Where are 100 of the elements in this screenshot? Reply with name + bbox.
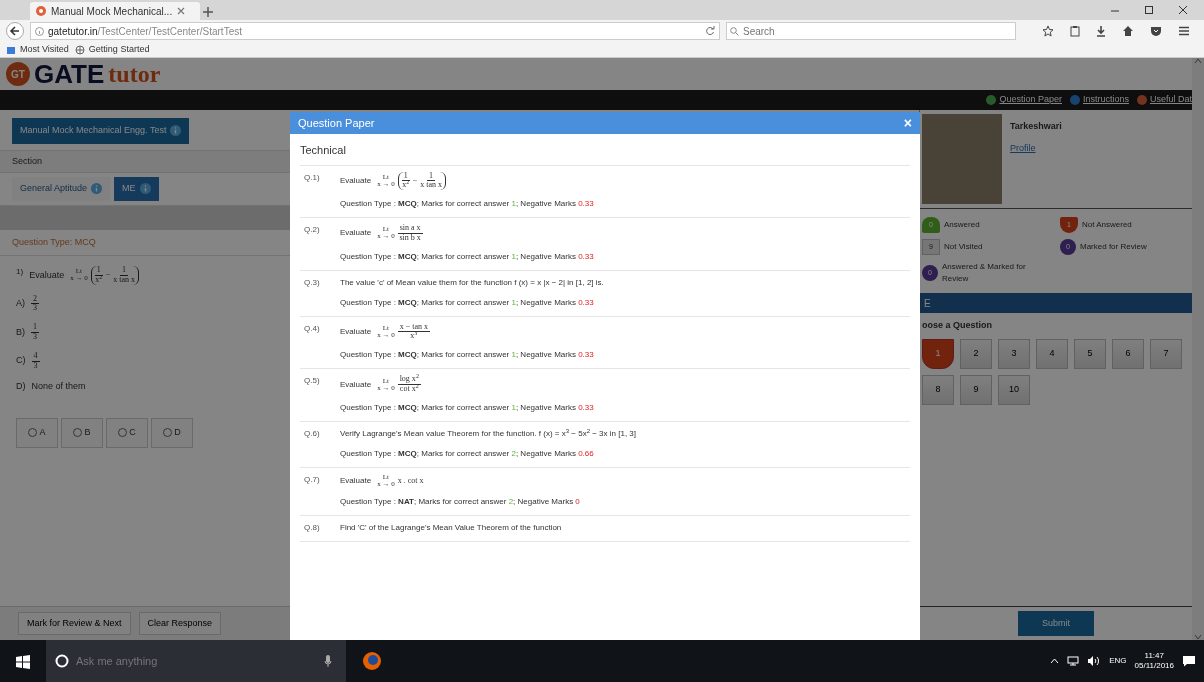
math-formula: 1 3 <box>31 323 39 342</box>
language-indicator[interactable]: ENG <box>1109 655 1127 667</box>
legend-label: Not Answered <box>1082 219 1132 231</box>
math-formula: 2 3 <box>31 294 39 314</box>
windows-icon[interactable] <box>16 654 30 669</box>
question-number: 1) <box>16 266 24 278</box>
circle-icon <box>55 654 69 668</box>
action-button[interactable]: Clear Response <box>138 611 222 636</box>
answer-radio[interactable]: B <box>61 417 103 448</box>
bookmark-link[interactable]: Getting Started <box>74 42 150 57</box>
question-info: Question Type : MCQ; Marks for correct answer 1; Negative Marks 0.33 <box>340 296 595 309</box>
question-number: Q.3) <box>304 276 321 289</box>
question-info: Question Type : MCQ; Marks for correct answer 1; Negative Marks 0.33 <box>340 198 594 211</box>
question-number: Q.6) <box>304 427 321 440</box>
question-number-button[interactable]: 10 <box>998 374 1030 405</box>
legend-label: Answered & Marked for Review <box>942 261 1027 285</box>
question-number-button[interactable]: 3 <box>998 338 1030 369</box>
clipboard-icon[interactable] <box>1070 25 1080 37</box>
question-number: Q.7) <box>304 473 321 486</box>
link-icon <box>1069 95 1080 105</box>
legend-label: Not Visited <box>944 241 983 253</box>
header-link[interactable]: Instructions <box>1069 93 1129 107</box>
question-number-button[interactable]: 8 <box>922 374 954 405</box>
question-info: Question Type : NAT; Marks for correct answer 2; Negative Marks 0 <box>340 495 580 508</box>
menu-icon[interactable] <box>1178 25 1190 37</box>
speaker-icon[interactable] <box>1087 656 1102 666</box>
close-button[interactable]: × <box>901 116 914 130</box>
question-text: Evaluate <box>340 174 372 187</box>
option-label: B) <box>16 325 25 339</box>
math-formula: 4 3 <box>31 351 40 371</box>
home-icon[interactable] <box>1122 25 1134 37</box>
globe-icon <box>74 44 85 55</box>
palette-label: oose a Question <box>921 319 993 332</box>
legend-label: Marked for Review <box>1080 241 1147 253</box>
question-number-button[interactable]: 6 <box>1112 338 1144 369</box>
info-icon <box>35 26 44 36</box>
question-number: Q.4) <box>304 322 321 335</box>
test-name-button[interactable]: Manual Mock Mechanical Engg. Test <box>12 118 190 144</box>
question-number-button[interactable]: 1 <box>922 338 954 369</box>
section-tab[interactable]: General Aptitude <box>12 177 111 201</box>
taskbar-search-field[interactable]: Ask me anything <box>46 640 346 682</box>
question-number-button[interactable]: 7 <box>1150 338 1182 369</box>
section-tab[interactable]: ME <box>114 177 159 201</box>
question-number: Q.1) <box>304 171 321 184</box>
dialog-title: Question Paper <box>298 115 375 131</box>
option-text: None of them <box>31 380 86 394</box>
submit-button[interactable]: Submit <box>1018 610 1094 637</box>
question-text: Evaluate <box>340 474 372 487</box>
question-number: Q.8) <box>304 521 321 534</box>
question-number-button[interactable]: 9 <box>960 374 992 405</box>
question-number-button[interactable]: 5 <box>1074 338 1106 369</box>
answer-radio[interactable]: A <box>16 417 58 448</box>
microphone-icon[interactable] <box>324 655 332 667</box>
option-label: C) <box>16 354 26 368</box>
question-text: Evaluate <box>340 227 372 240</box>
clock-time: 11:47 <box>1144 650 1164 661</box>
browser-icon[interactable] <box>362 651 382 671</box>
section-title: Technical <box>300 138 910 166</box>
profile-link[interactable]: Profile <box>1010 141 1062 155</box>
question-info: Question Type : MCQ; Marks for correct answer 2; Negative Marks 0.66 <box>340 447 595 460</box>
star-icon[interactable] <box>1042 25 1054 37</box>
site-icon <box>36 6 46 16</box>
close-icon[interactable] <box>1178 5 1188 15</box>
question-number-button[interactable]: 2 <box>960 338 992 369</box>
question-text: Verify Lagrange's Mean value Theorem for the function. f (x) = x$^{3}$ − 5x$^{2}$ − 3x in [1, 3] <box>340 427 636 440</box>
close-icon[interactable] <box>177 7 186 15</box>
reload-icon[interactable] <box>705 26 715 36</box>
maximize-icon[interactable] <box>1144 5 1154 15</box>
header-link[interactable]: Question Paper <box>986 93 1062 107</box>
url-text: gatetutor.in/TestCenter/TestCenter/StartTest <box>48 24 242 39</box>
info-icon <box>139 183 151 195</box>
clock-date: 05/11/2016 <box>1134 661 1174 672</box>
browser-tab[interactable]: Manual Mock Mechanical... <box>30 2 200 20</box>
question-text: The value 'c' of Mean value them for the function f (x) = x |x − 2| in [1, 2] is. <box>340 276 604 289</box>
network-icon[interactable] <box>1067 656 1080 666</box>
logo-mark: GT <box>6 62 30 86</box>
download-icon[interactable] <box>1096 25 1106 37</box>
search-field[interactable]: Search <box>726 22 1016 40</box>
info-icon <box>170 125 182 137</box>
question-text: Find 'C' of the Lagrange's Mean Value Theorem of the function <box>340 521 562 534</box>
address-bar[interactable]: gatetutor.in/TestCenter/TestCenter/StartTest <box>30 22 720 40</box>
answer-radio[interactable]: C <box>106 417 148 448</box>
question-text: Evaluate <box>340 378 372 391</box>
question-info: Question Type : MCQ; Marks for correct answer 1; Negative Marks 0.33 <box>340 349 594 362</box>
candidate-name: Tarkeshwari <box>1010 120 1062 133</box>
logo-text: tutor <box>108 62 161 86</box>
legend-label: Answered <box>944 219 980 231</box>
plus-icon[interactable] <box>200 4 216 20</box>
back-icon[interactable] <box>6 22 24 40</box>
header-link[interactable]: Useful Dat <box>1136 93 1192 107</box>
answer-radio[interactable]: D <box>151 417 193 448</box>
link-icon <box>1136 95 1147 105</box>
bookmark-link[interactable]: Most Visited <box>6 42 69 57</box>
notification-icon[interactable] <box>1182 655 1196 667</box>
action-button[interactable]: Mark for Review & Next <box>18 611 131 636</box>
option-label: D) <box>16 380 26 394</box>
palette-header: E <box>920 293 1192 313</box>
option-label: A) <box>16 297 25 311</box>
question-number-button[interactable]: 4 <box>1036 338 1068 369</box>
question-info: Question Type : MCQ; Marks for correct answer 1; Negative Marks 0.33 <box>340 401 594 414</box>
